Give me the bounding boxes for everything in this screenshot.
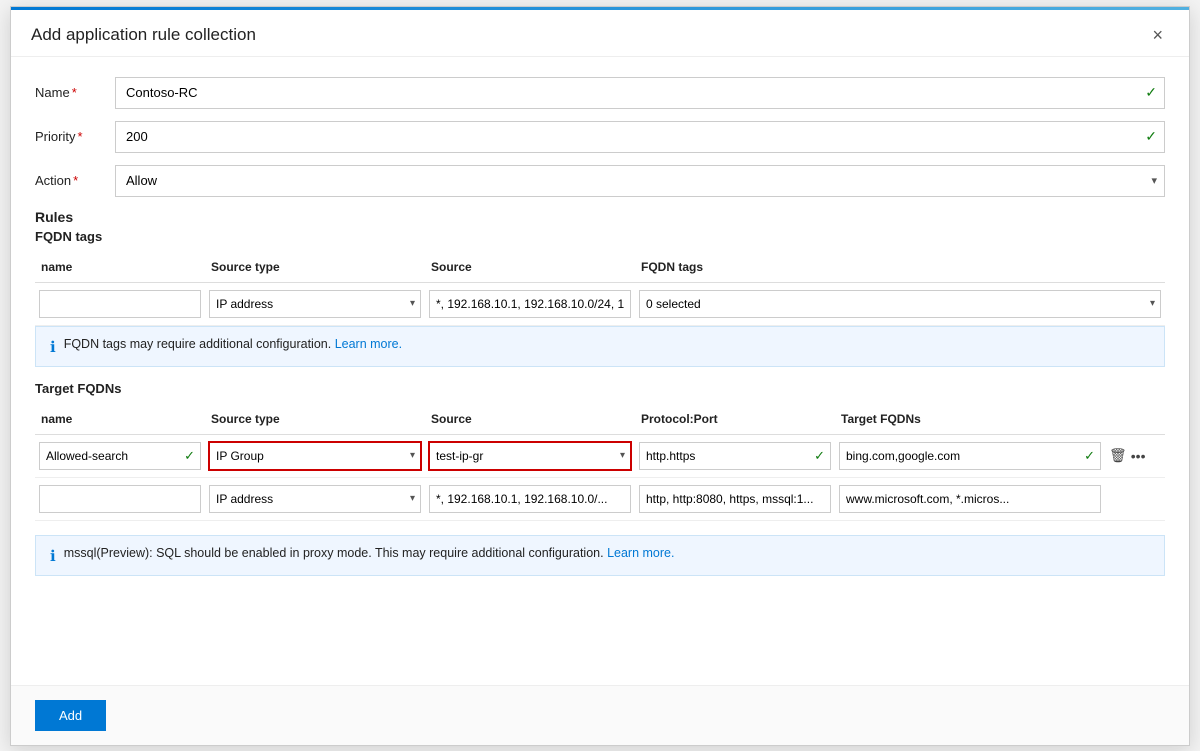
priority-row: Priority* ✓ bbox=[35, 121, 1165, 153]
target-row1-name-input[interactable] bbox=[39, 442, 201, 470]
fqdn-tags-header: name Source type Source FQDN tags bbox=[35, 252, 1165, 283]
close-button[interactable]: × bbox=[1146, 24, 1169, 46]
target-fqdns-title: Target FQDNs bbox=[35, 381, 1165, 396]
priority-input-wrapper: ✓ bbox=[115, 121, 1165, 153]
target-row2-protocol-input[interactable] bbox=[639, 485, 831, 513]
name-label: Name* bbox=[35, 85, 115, 100]
target-fqdns-info-icon: ℹ bbox=[50, 547, 56, 565]
target-row2-src-cell bbox=[425, 482, 635, 516]
target-fqdns-header: name Source type Source Protocol:Port Ta… bbox=[35, 404, 1165, 435]
target-row1-more-icon[interactable]: ••• bbox=[1131, 448, 1146, 464]
target-col-src: Source bbox=[425, 408, 635, 430]
dialog-title: Add application rule collection bbox=[31, 25, 256, 45]
target-fqdns-info-box: ℹ mssql(Preview): SQL should be enabled … bbox=[35, 535, 1165, 576]
target-row1-src-cell: test-ip-gr ▾ bbox=[425, 439, 635, 473]
target-row2-actions-cell bbox=[1105, 496, 1165, 502]
target-col-srctype: Source type bbox=[205, 408, 425, 430]
target-fqdns-info-text: mssql(Preview): SQL should be enabled in… bbox=[64, 546, 675, 560]
priority-input[interactable] bbox=[115, 121, 1165, 153]
target-fqdns-learn-more-link[interactable]: Learn more. bbox=[607, 546, 674, 560]
rules-section-title: Rules bbox=[35, 209, 1165, 225]
target-row2-protocol-cell bbox=[635, 482, 835, 516]
fqdn-col-tags: FQDN tags bbox=[635, 256, 1165, 278]
target-row1-protocol-wrapper: ✓ bbox=[639, 442, 831, 470]
dialog-body: Name* ✓ Priority* ✓ Action* A bbox=[11, 57, 1189, 685]
action-label: Action* bbox=[35, 173, 115, 188]
target-row2-target-cell bbox=[835, 482, 1105, 516]
add-rule-collection-dialog: Add application rule collection × Name* … bbox=[10, 6, 1190, 746]
target-row1-actions-cell: 🗑 ••• bbox=[1105, 444, 1165, 467]
fqdn-col-srctype: Source type bbox=[205, 256, 425, 278]
fqdn-tags-select[interactable]: 0 selected bbox=[639, 290, 1161, 318]
target-row1-target-wrapper: ✓ bbox=[839, 442, 1101, 470]
priority-check-icon: ✓ bbox=[1145, 128, 1157, 145]
target-row1-srctype-select[interactable]: IP Group IP address bbox=[209, 442, 421, 470]
fqdn-row-srctype-cell: IP address IP Group ▾ bbox=[205, 287, 425, 321]
target-col-target: Target FQDNs bbox=[835, 408, 1105, 430]
fqdn-row-name-input[interactable] bbox=[39, 290, 201, 318]
target-row2-name-input[interactable] bbox=[39, 485, 201, 513]
fqdn-tags-info-box: ℹ FQDN tags may require additional confi… bbox=[35, 326, 1165, 367]
target-row1-name-cell: ✓ bbox=[35, 439, 205, 473]
target-row1-name-wrapper: ✓ bbox=[39, 442, 201, 470]
target-fqdns-row-1: ✓ IP Group IP address ▾ tes bbox=[35, 435, 1165, 478]
name-input[interactable] bbox=[115, 77, 1165, 109]
fqdn-tags-info-icon: ℹ bbox=[50, 338, 56, 356]
target-fqdns-row-2: IP address IP Group ▾ bbox=[35, 478, 1165, 521]
fqdn-tags-select-wrapper: 0 selected ▾ bbox=[639, 290, 1161, 318]
target-row2-srctype-cell: IP address IP Group ▾ bbox=[205, 482, 425, 516]
fqdn-srctype-select-wrapper: IP address IP Group ▾ bbox=[209, 290, 421, 318]
target-row1-target-input[interactable] bbox=[839, 442, 1101, 470]
name-row: Name* ✓ bbox=[35, 77, 1165, 109]
name-input-wrapper: ✓ bbox=[115, 77, 1165, 109]
fqdn-tags-row: IP address IP Group ▾ 0 selected ▾ bbox=[35, 283, 1165, 326]
action-select[interactable]: Allow Deny bbox=[115, 165, 1165, 197]
target-row1-target-check-icon: ✓ bbox=[1084, 448, 1095, 464]
target-row2-target-input[interactable] bbox=[839, 485, 1101, 513]
fqdn-row-src-cell bbox=[425, 287, 635, 321]
priority-label: Priority* bbox=[35, 129, 115, 144]
target-row2-src-input[interactable] bbox=[429, 485, 631, 513]
fqdn-tags-title: FQDN tags bbox=[35, 229, 1165, 244]
target-row1-protocol-check-icon: ✓ bbox=[814, 448, 825, 464]
target-row1-srctype-wrapper: IP Group IP address ▾ bbox=[209, 442, 421, 470]
dialog-footer: Add bbox=[11, 685, 1189, 745]
fqdn-tags-info-text: FQDN tags may require additional configu… bbox=[64, 337, 402, 351]
target-fqdns-section: Target FQDNs name Source type Source Pro… bbox=[35, 381, 1165, 576]
fqdn-col-name: name bbox=[35, 256, 205, 278]
target-row1-src-wrapper: test-ip-gr ▾ bbox=[429, 442, 631, 470]
target-col-protocol: Protocol:Port bbox=[635, 408, 835, 430]
add-button[interactable]: Add bbox=[35, 700, 106, 731]
target-row1-protocol-input[interactable] bbox=[639, 442, 831, 470]
target-row1-name-check-icon: ✓ bbox=[184, 448, 195, 464]
action-select-wrapper: Allow Deny ▾ bbox=[115, 165, 1165, 197]
fqdn-src-input[interactable] bbox=[429, 290, 631, 318]
target-row1-src-select[interactable]: test-ip-gr bbox=[429, 442, 631, 470]
target-row1-delete-icon[interactable]: 🗑 bbox=[1109, 447, 1127, 464]
fqdn-row-name-cell bbox=[35, 287, 205, 321]
action-row: Action* Allow Deny ▾ bbox=[35, 165, 1165, 197]
target-col-name: name bbox=[35, 408, 205, 430]
fqdn-tags-section: FQDN tags name Source type Source FQDN t… bbox=[35, 229, 1165, 367]
target-row1-target-cell: ✓ bbox=[835, 439, 1105, 473]
fqdn-tags-learn-more-link[interactable]: Learn more. bbox=[335, 337, 402, 351]
target-row1-protocol-cell: ✓ bbox=[635, 439, 835, 473]
fqdn-srctype-select[interactable]: IP address IP Group bbox=[209, 290, 421, 318]
target-row2-srctype-select[interactable]: IP address IP Group bbox=[209, 485, 421, 513]
fqdn-col-src: Source bbox=[425, 256, 635, 278]
target-row2-name-cell bbox=[35, 482, 205, 516]
target-row2-srctype-wrapper: IP address IP Group ▾ bbox=[209, 485, 421, 513]
name-check-icon: ✓ bbox=[1145, 84, 1157, 101]
target-col-actions bbox=[1105, 408, 1165, 430]
dialog-header: Add application rule collection × bbox=[11, 10, 1189, 57]
fqdn-row-tags-cell: 0 selected ▾ bbox=[635, 287, 1165, 321]
target-row1-srctype-cell: IP Group IP address ▾ bbox=[205, 439, 425, 473]
